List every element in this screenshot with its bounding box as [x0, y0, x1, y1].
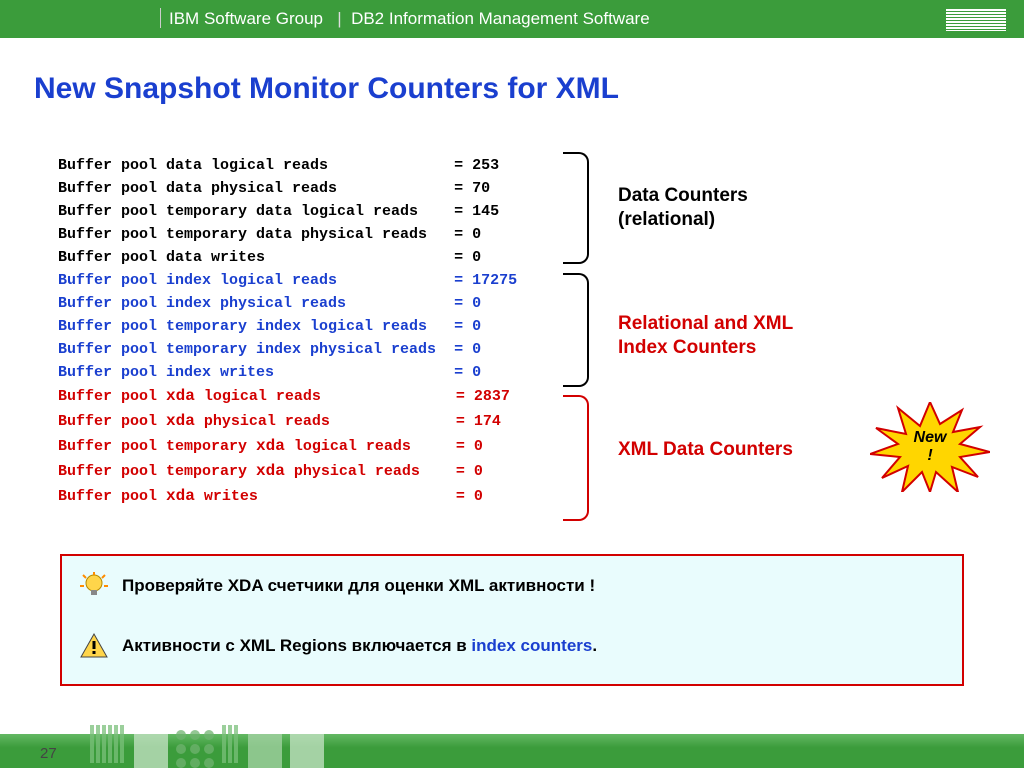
counter-row: Buffer pool temporary index logical read…: [58, 315, 517, 338]
header-product: DB2 Information Management Software: [351, 9, 650, 28]
slide-title: New Snapshot Monitor Counters for XML: [34, 72, 619, 106]
counter-row: Buffer pool xda physical reads = 174: [58, 409, 517, 434]
counter-row: Buffer pool index logical reads = 17275: [58, 269, 517, 292]
counter-row: Buffer pool temporary data physical read…: [58, 223, 517, 246]
page-number: 27: [40, 745, 57, 762]
counter-row: Buffer pool temporary data logical reads…: [58, 200, 517, 223]
brace-xda: [563, 395, 589, 521]
new-starburst-text: New !: [914, 429, 947, 465]
counter-row: Buffer pool data writes = 0: [58, 246, 517, 269]
annotation-index: Relational and XMLIndex Counters: [618, 312, 793, 360]
counter-row: Buffer pool data logical reads = 253: [58, 154, 517, 177]
header-bar: IBM Software Group | DB2 Information Man…: [0, 0, 1024, 38]
callout-row-2: Активности с XML Regions включается в in…: [80, 632, 597, 660]
callout-row-1: Проверяйте XDA счетчики для оценки XML а…: [80, 572, 595, 600]
ibm-logo: [946, 9, 1006, 31]
counter-row: Buffer pool data physical reads = 70: [58, 177, 517, 200]
index-counters-link: index counters: [471, 636, 592, 655]
warning-icon: [80, 632, 108, 660]
footer-bar: [0, 734, 1024, 768]
counter-row: Buffer pool index writes = 0: [58, 361, 517, 384]
annotation-data: Data Counters (relational): [618, 184, 748, 232]
counter-row: Buffer pool xda logical reads = 2837: [58, 384, 517, 409]
lightbulb-icon: [80, 572, 108, 600]
callout-text-2: Активности с XML Regions включается в in…: [122, 636, 597, 656]
counter-row: Buffer pool xda writes = 0: [58, 484, 517, 509]
new-starburst: New !: [870, 402, 990, 492]
brace-index: [563, 273, 589, 387]
brace-data: [563, 152, 589, 264]
header-title: IBM Software Group | DB2 Information Man…: [160, 0, 650, 38]
counter-list: Buffer pool data logical reads = 253Buff…: [58, 154, 517, 509]
counter-row: Buffer pool temporary xda physical reads…: [58, 459, 517, 484]
callout-text-1: Проверяйте XDA счетчики для оценки XML а…: [122, 576, 595, 596]
counter-row: Buffer pool temporary index physical rea…: [58, 338, 517, 361]
counter-row: Buffer pool temporary xda logical reads …: [58, 434, 517, 459]
footer-decoration: [90, 718, 790, 768]
counter-row: Buffer pool index physical reads = 0: [58, 292, 517, 315]
tip-callout: Проверяйте XDA счетчики для оценки XML а…: [60, 554, 964, 686]
annotation-xda: XML Data Counters: [618, 438, 793, 462]
header-group: IBM Software Group: [169, 9, 323, 28]
